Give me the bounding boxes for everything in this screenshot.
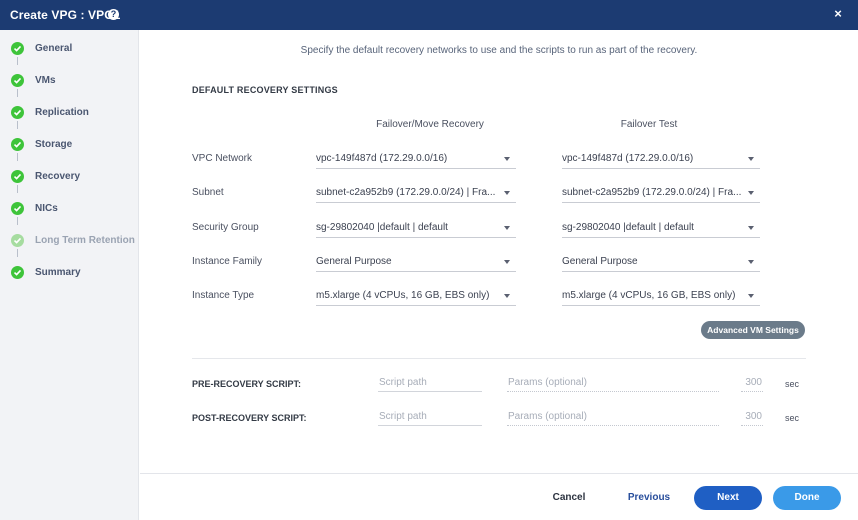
chevron-down-icon: [504, 260, 510, 264]
select-value: m5.xlarge (4 vCPUs, 16 GB, EBS only): [562, 290, 736, 301]
sidebar-step-general[interactable]: General: [0, 36, 139, 60]
check-icon: [11, 138, 24, 151]
pre-recovery-timeout-input[interactable]: 300: [741, 374, 763, 392]
select-value: m5.xlarge (4 vCPUs, 16 GB, EBS only): [316, 290, 490, 301]
sidebar-step-label: Recovery: [35, 171, 81, 182]
recovery-settings-panel: Specify the default recovery networks to…: [140, 30, 858, 473]
check-icon: [11, 74, 24, 87]
placeholder: 300: [745, 411, 762, 422]
sidebar-step-label: General: [35, 43, 73, 54]
failover-instance-type-select[interactable]: m5.xlarge (4 vCPUs, 16 GB, EBS only): [316, 286, 516, 306]
wizard-sidebar: General VMs Replication Storage Recovery…: [0, 30, 139, 520]
step-connector: [17, 121, 18, 129]
chevron-down-icon: [504, 191, 510, 195]
post-recovery-script-label: POST-RECOVERY SCRIPT:: [192, 413, 307, 423]
failover-subnet-select[interactable]: subnet-c2a952b9 (172.29.0.0/24) | Fra...: [316, 183, 516, 203]
chevron-down-icon: [748, 226, 754, 230]
placeholder: Script path: [379, 377, 427, 388]
section-title: DEFAULT RECOVERY SETTINGS: [192, 85, 338, 95]
step-connector: [17, 89, 18, 97]
label-subnet: Subnet: [192, 187, 224, 198]
check-icon: [11, 42, 24, 55]
chevron-down-icon: [504, 294, 510, 298]
chevron-down-icon: [748, 191, 754, 195]
select-value: sg-29802040 |default | default: [562, 222, 694, 233]
step-connector: [17, 57, 18, 65]
failover-instance-family-select[interactable]: General Purpose: [316, 252, 516, 272]
pre-recovery-script-path-input[interactable]: Script path: [378, 374, 482, 392]
sidebar-step-label: VMs: [35, 75, 56, 86]
help-icon[interactable]: ?: [108, 9, 119, 20]
chevron-down-icon: [748, 157, 754, 161]
failover-vpc-network-select[interactable]: vpc-149f487d (172.29.0.0/16): [316, 149, 516, 169]
chevron-down-icon: [504, 157, 510, 161]
placeholder: Script path: [379, 411, 427, 422]
test-subnet-select[interactable]: subnet-c2a952b9 (172.29.0.0/24) | Fra...: [562, 183, 760, 203]
sidebar-step-vms[interactable]: VMs: [0, 68, 139, 92]
step-connector: [17, 185, 18, 193]
select-value: General Purpose: [562, 256, 638, 267]
placeholder: Params (optional): [508, 411, 587, 422]
select-value: vpc-149f487d (172.29.0.0/16): [562, 153, 694, 164]
chevron-down-icon: [504, 226, 510, 230]
test-security-group-select[interactable]: sg-29802040 |default | default: [562, 218, 760, 238]
sidebar-step-recovery[interactable]: Recovery: [0, 164, 139, 188]
step-connector: [17, 153, 18, 161]
label-security-group: Security Group: [192, 222, 259, 233]
pre-recovery-params-input[interactable]: Params (optional): [507, 374, 719, 392]
close-icon[interactable]: ×: [830, 6, 846, 22]
advanced-vm-settings-button[interactable]: Advanced VM Settings: [701, 321, 805, 339]
select-value: subnet-c2a952b9 (172.29.0.0/24) | Fra...: [316, 187, 496, 198]
step-connector: [17, 249, 18, 257]
sidebar-step-label: Summary: [35, 267, 81, 278]
select-value: sg-29802040 |default | default: [316, 222, 448, 233]
sidebar-step-label: Long Term Retention: [35, 235, 135, 246]
next-button[interactable]: Next: [694, 486, 762, 510]
previous-button[interactable]: Previous: [620, 486, 678, 510]
sidebar-step-nics[interactable]: NICs: [0, 196, 139, 220]
sidebar-step-summary[interactable]: Summary: [0, 260, 139, 284]
test-instance-type-select[interactable]: m5.xlarge (4 vCPUs, 16 GB, EBS only): [562, 286, 760, 306]
select-value: subnet-c2a952b9 (172.29.0.0/24) | Fra...: [562, 187, 742, 198]
check-icon: [11, 202, 24, 215]
sidebar-step-label: NICs: [35, 203, 58, 214]
test-instance-family-select[interactable]: General Purpose: [562, 252, 760, 272]
sidebar-step-label: Replication: [35, 107, 89, 118]
step-connector: [17, 217, 18, 225]
placeholder: Params (optional): [508, 377, 587, 388]
column-header-failover: Failover/Move Recovery: [376, 119, 484, 130]
title-bar: Create VPG : VPG1 ? ×: [0, 0, 858, 30]
check-icon: [11, 170, 24, 183]
column-header-test: Failover Test: [620, 119, 678, 130]
sidebar-step-storage[interactable]: Storage: [0, 132, 139, 156]
section-divider: [192, 358, 806, 359]
select-value: General Purpose: [316, 256, 392, 267]
pre-recovery-timeout-unit: sec: [785, 379, 800, 389]
post-recovery-timeout-input[interactable]: 300: [741, 408, 763, 426]
label-instance-family: Instance Family: [192, 256, 263, 267]
label-instance-type: Instance Type: [192, 290, 255, 301]
label-vpc-network: VPC Network: [192, 153, 253, 164]
post-recovery-script-path-input[interactable]: Script path: [378, 408, 482, 426]
placeholder: 300: [745, 377, 762, 388]
done-button[interactable]: Done: [773, 486, 841, 510]
wizard-footer: Cancel Previous Next Done: [140, 473, 858, 520]
sidebar-step-long-term-retention[interactable]: Long Term Retention: [0, 228, 139, 252]
check-icon: [11, 106, 24, 119]
check-icon: [11, 234, 24, 247]
sidebar-step-replication[interactable]: Replication: [0, 100, 139, 124]
pre-recovery-script-label: PRE-RECOVERY SCRIPT:: [192, 379, 302, 389]
test-vpc-network-select[interactable]: vpc-149f487d (172.29.0.0/16): [562, 149, 760, 169]
cancel-button[interactable]: Cancel: [542, 486, 596, 510]
chevron-down-icon: [748, 260, 754, 264]
failover-security-group-select[interactable]: sg-29802040 |default | default: [316, 218, 516, 238]
check-icon: [11, 266, 24, 279]
post-recovery-params-input[interactable]: Params (optional): [507, 408, 719, 426]
select-value: vpc-149f487d (172.29.0.0/16): [316, 153, 448, 164]
window-title: Create VPG : VPG1: [10, 8, 121, 22]
sidebar-step-label: Storage: [35, 139, 73, 150]
post-recovery-timeout-unit: sec: [785, 413, 800, 423]
intro-text: Specify the default recovery networks to…: [300, 45, 698, 56]
chevron-down-icon: [748, 294, 754, 298]
